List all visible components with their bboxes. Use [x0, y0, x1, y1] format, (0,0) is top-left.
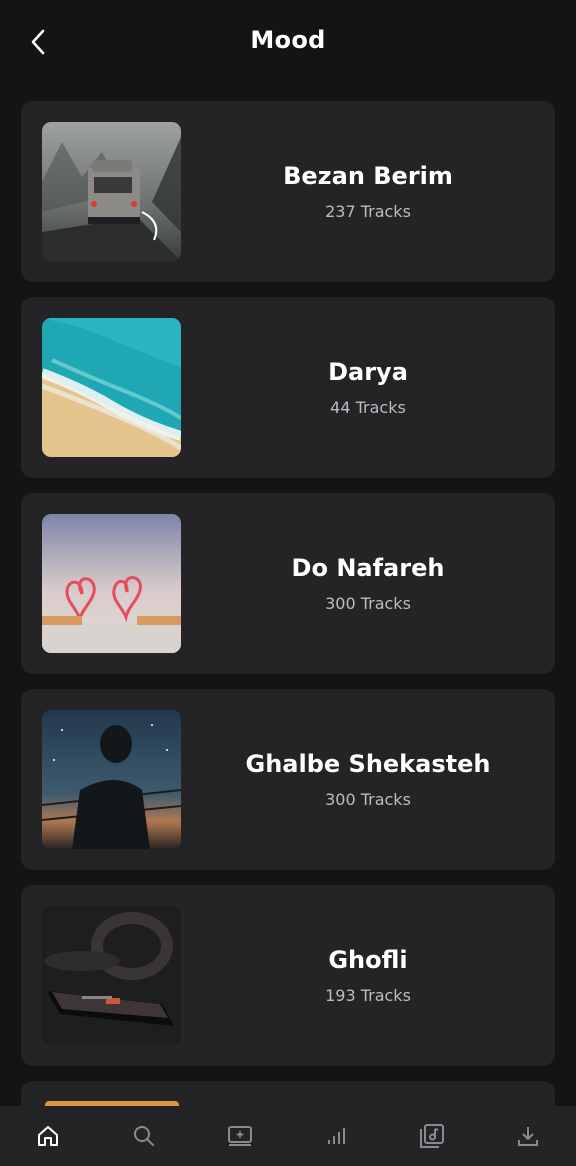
- nav-home[interactable]: [24, 1112, 72, 1160]
- app-header: Mood: [0, 0, 576, 88]
- track-count: 300 Tracks: [325, 594, 411, 613]
- mood-thumbnail: [42, 318, 181, 457]
- mood-title: Ghofli: [328, 946, 408, 974]
- mood-thumbnail: [42, 122, 181, 261]
- download-icon: [518, 1127, 538, 1146]
- mood-title: Ghalbe Shekasteh: [245, 750, 491, 778]
- mood-card-bezan-berim[interactable]: Bezan Berim 237 Tracks: [21, 101, 555, 282]
- search-icon: [134, 1126, 154, 1146]
- bottom-navigation: [0, 1106, 576, 1166]
- track-count: 300 Tracks: [325, 790, 411, 809]
- track-count: 193 Tracks: [325, 986, 411, 1005]
- mood-title: Darya: [328, 358, 408, 386]
- track-count: 44 Tracks: [330, 398, 406, 417]
- mood-title: Bezan Berim: [283, 162, 453, 190]
- charts-icon: [328, 1128, 345, 1144]
- library-icon: [420, 1124, 444, 1148]
- track-count: 237 Tracks: [325, 202, 411, 221]
- nav-library[interactable]: [408, 1112, 456, 1160]
- mood-card-ghalbe-shekasteh[interactable]: Ghalbe Shekasteh 300 Tracks: [21, 689, 555, 870]
- nav-browse[interactable]: [216, 1112, 264, 1160]
- mood-list: Bezan Berim 237 Tracks Darya 44 Tracks D…: [21, 101, 555, 1141]
- nav-charts[interactable]: [312, 1112, 360, 1160]
- mood-thumbnail: [42, 514, 181, 653]
- mood-card-ghofli[interactable]: Ghofli 193 Tracks: [21, 885, 555, 1066]
- mood-title: Do Nafareh: [291, 554, 445, 582]
- page-title: Mood: [250, 26, 326, 54]
- nav-search[interactable]: [120, 1112, 168, 1160]
- mood-thumbnail: [42, 710, 181, 849]
- mood-card-darya[interactable]: Darya 44 Tracks: [21, 297, 555, 478]
- mood-thumbnail: [42, 906, 181, 1045]
- mood-card-do-nafareh[interactable]: Do Nafareh 300 Tracks: [21, 493, 555, 674]
- home-icon: [38, 1126, 58, 1146]
- browse-icon: [228, 1126, 252, 1146]
- nav-downloads[interactable]: [504, 1112, 552, 1160]
